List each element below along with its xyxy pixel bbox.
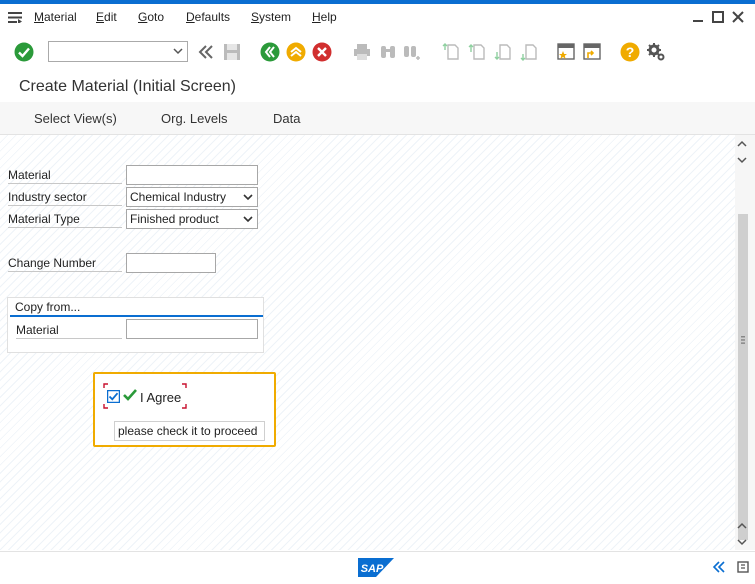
- status-bar: SAP: [0, 551, 755, 584]
- help-icon[interactable]: ?: [620, 42, 640, 62]
- thumb-grip-icon: [741, 336, 745, 344]
- chevron-down-icon: [173, 48, 183, 55]
- material-label: Material: [8, 168, 122, 184]
- menu-goto[interactable]: Goto: [138, 10, 164, 24]
- material-type-label: Material Type: [8, 212, 122, 228]
- agree-panel: I Agree please check it to proceed: [93, 372, 276, 447]
- enter-checkmark-icon[interactable]: [14, 42, 34, 62]
- menu-help[interactable]: Help: [312, 10, 337, 24]
- scroll-up-icon[interactable]: [737, 140, 747, 148]
- scroll-page-up-icon[interactable]: [737, 522, 747, 530]
- menu-defaults[interactable]: Defaults: [186, 10, 230, 24]
- create-session-icon[interactable]: [556, 42, 576, 62]
- collapse-double-left-icon[interactable]: [196, 42, 216, 62]
- agree-checkbox[interactable]: [107, 390, 120, 403]
- save-icon[interactable]: [222, 42, 242, 62]
- material-type-select[interactable]: Finished product: [126, 209, 258, 229]
- previous-page-icon[interactable]: [468, 42, 488, 62]
- find-binoculars-icon[interactable]: [378, 42, 398, 62]
- scroll-down-icon[interactable]: [737, 156, 747, 164]
- back-icon[interactable]: [260, 42, 280, 62]
- collapse-status-icon[interactable]: [712, 561, 726, 573]
- change-number-input[interactable]: [126, 253, 216, 273]
- sap-logo: SAP: [358, 558, 394, 577]
- exit-icon[interactable]: [286, 42, 306, 62]
- application-toolbar: Select View(s) Org. Levels Data: [0, 102, 755, 135]
- find-next-icon[interactable]: [402, 42, 422, 62]
- menu-edit[interactable]: Edit: [96, 10, 117, 24]
- cancel-icon[interactable]: [312, 42, 332, 62]
- org-levels-button[interactable]: Org. Levels: [161, 111, 227, 126]
- copy-material-input[interactable]: [126, 319, 258, 339]
- svg-text:SAP: SAP: [361, 563, 384, 575]
- select-views-button[interactable]: Select View(s): [34, 111, 117, 126]
- menu-material[interactable]: Material: [34, 10, 77, 24]
- settings-gear-icon[interactable]: [646, 42, 666, 62]
- page-title: Create Material (Initial Screen): [19, 78, 236, 95]
- generate-shortcut-icon[interactable]: [582, 42, 602, 62]
- chevron-down-icon: [243, 216, 253, 223]
- maximize-icon[interactable]: [712, 11, 724, 23]
- scroll-page-down-icon[interactable]: [737, 538, 747, 546]
- close-icon[interactable]: [732, 11, 744, 23]
- next-page-icon[interactable]: [494, 42, 514, 62]
- agree-hint-text: please check it to proceed: [114, 421, 265, 441]
- menu-bar: Material Edit Goto Defaults System Help: [0, 4, 755, 30]
- industry-sector-select[interactable]: Chemical Industry: [126, 187, 258, 207]
- group-divider: [10, 315, 263, 317]
- industry-sector-value: Chemical Industry: [130, 190, 227, 204]
- scrollbar-thumb[interactable]: [738, 214, 748, 540]
- status-system-info-icon[interactable]: [737, 561, 749, 573]
- menu-system[interactable]: System: [251, 10, 291, 24]
- minimize-icon[interactable]: [692, 11, 704, 23]
- material-input[interactable]: [126, 165, 258, 185]
- copy-from-group: Copy from... Material: [7, 297, 264, 353]
- chevron-down-icon: [243, 194, 253, 201]
- agree-label: I Agree: [140, 390, 182, 405]
- industry-sector-label: Industry sector: [8, 190, 122, 206]
- green-checkmark-icon: [123, 389, 137, 401]
- svg-text:?: ?: [626, 44, 635, 60]
- print-icon[interactable]: [352, 42, 372, 62]
- standard-toolbar: ?: [0, 36, 755, 70]
- first-page-icon[interactable]: [442, 42, 462, 62]
- data-button[interactable]: Data: [273, 111, 300, 126]
- copy-material-label: Material: [16, 323, 122, 339]
- change-number-label: Change Number: [8, 256, 122, 272]
- last-page-icon[interactable]: [520, 42, 540, 62]
- menu-icon[interactable]: [8, 12, 22, 23]
- copy-from-title: Copy from...: [15, 300, 81, 314]
- command-field[interactable]: [48, 41, 188, 62]
- material-type-value: Finished product: [130, 212, 219, 226]
